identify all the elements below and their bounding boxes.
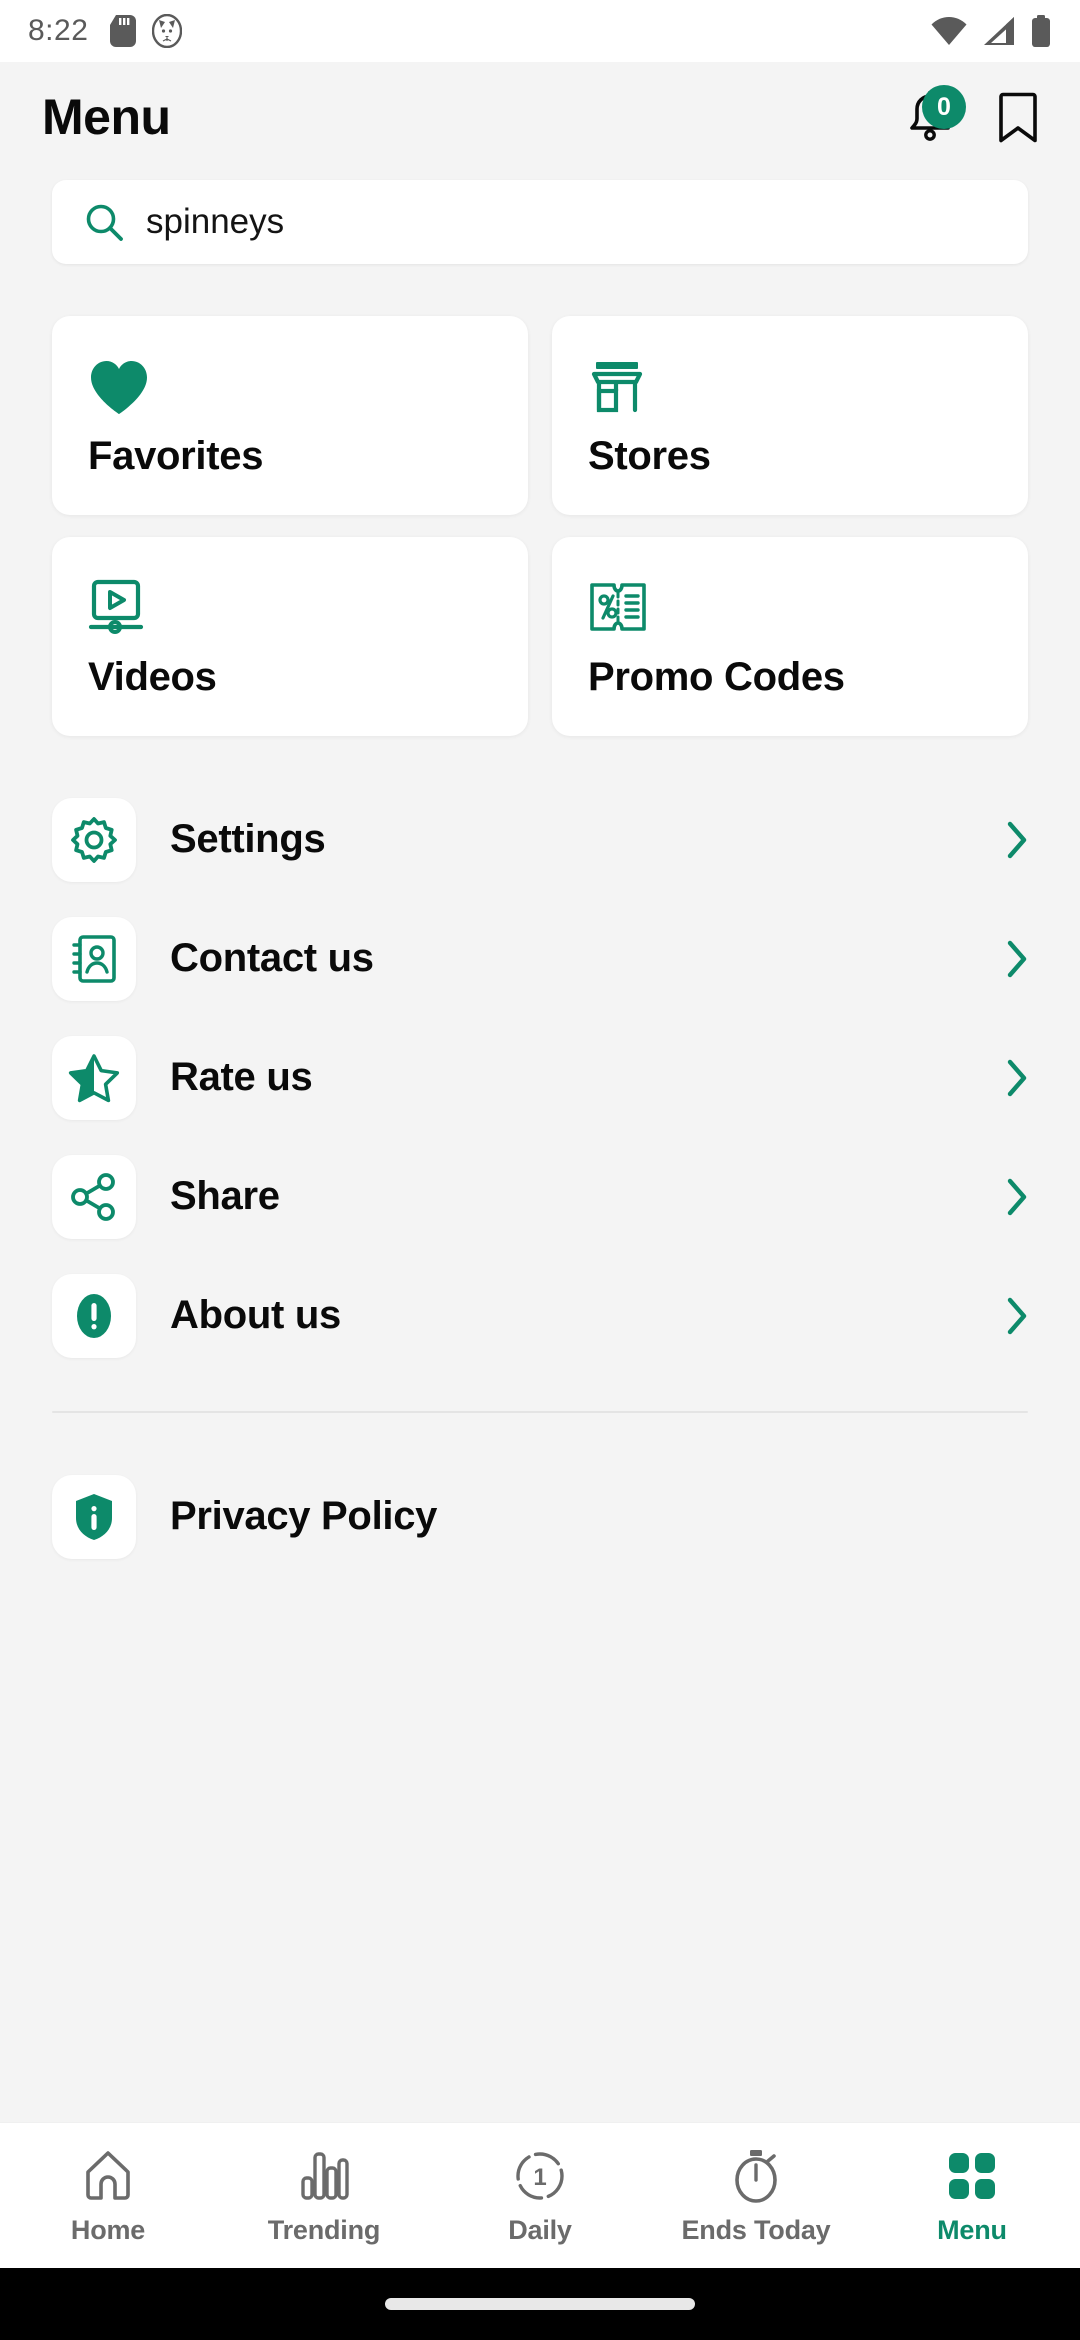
- phone-screen: 8:22 Menu 0 spinneys Favorites Stores Vi…: [0, 0, 1080, 2340]
- bookmark-button[interactable]: [998, 90, 1038, 144]
- battery-icon: [1032, 15, 1050, 47]
- app-header: Menu 0: [0, 62, 1080, 172]
- nav-label: Home: [70, 2215, 146, 2245]
- search-value: spinneys: [146, 202, 285, 241]
- nav-label: Trending: [267, 2215, 381, 2245]
- half-star-icon: [52, 1035, 136, 1120]
- card-favorites[interactable]: Favorites: [52, 316, 528, 515]
- coupon-percent-icon: [588, 579, 992, 641]
- daily-one-icon: 1: [514, 2147, 566, 2205]
- cat-face-icon: [152, 14, 183, 48]
- gear-icon: [52, 797, 136, 882]
- chevron-right-icon: [1006, 1059, 1028, 1097]
- status-left-icons: [110, 14, 183, 48]
- cellular-signal-icon: [984, 17, 1014, 45]
- notification-badge: 0: [922, 85, 966, 129]
- video-player-icon: [88, 579, 492, 641]
- status-right-icons: [930, 15, 1052, 47]
- card-label: Stores: [588, 434, 711, 478]
- nav-item-menu[interactable]: Menu: [864, 2147, 1080, 2246]
- nav-item-daily[interactable]: 1 Daily: [432, 2147, 648, 2246]
- stopwatch-icon: [731, 2147, 781, 2205]
- quick-links-grid: Favorites Stores Videos Promo Codes: [52, 316, 1028, 736]
- bookmark-icon: [999, 92, 1037, 143]
- svg-text:1: 1: [533, 2164, 546, 2191]
- card-label: Promo Codes: [588, 655, 845, 699]
- status-bar: 8:22: [0, 0, 1080, 62]
- gesture-navigation-bar: [0, 2268, 1080, 2340]
- menu-item-privacy-policy[interactable]: Privacy Policy: [0, 1457, 1080, 1576]
- nav-label: Daily: [508, 2215, 572, 2245]
- bar-chart-icon: [299, 2147, 349, 2205]
- status-time: 8:22: [28, 14, 89, 47]
- menu-item-settings[interactable]: Settings: [0, 780, 1080, 899]
- chevron-right-icon: [1006, 1178, 1028, 1216]
- chevron-right-icon: [1006, 1297, 1028, 1335]
- home-icon: [83, 2147, 133, 2205]
- shield-info-icon: [52, 1474, 136, 1559]
- menu-item-label: Privacy Policy: [170, 1494, 438, 1538]
- chevron-right-icon: [1006, 940, 1028, 978]
- menu-item-label: Rate us: [170, 1055, 313, 1099]
- contact-card-icon: [52, 916, 136, 1001]
- list-divider: [52, 1411, 1028, 1413]
- menu-item-rate-us[interactable]: Rate us: [0, 1018, 1080, 1137]
- sd-card-icon: [110, 15, 137, 47]
- heart-icon: [88, 358, 492, 420]
- menu-body: spinneys Favorites Stores Videos Promo C…: [0, 172, 1080, 2122]
- nav-label: Menu: [937, 2215, 1007, 2245]
- nav-item-home[interactable]: Home: [0, 2147, 216, 2246]
- chevron-right-icon: [1006, 821, 1028, 859]
- notifications-button[interactable]: 0: [904, 85, 966, 145]
- page-title: Menu: [42, 89, 171, 145]
- card-promo-codes[interactable]: Promo Codes: [552, 537, 1028, 736]
- nav-item-trending[interactable]: Trending: [216, 2147, 432, 2246]
- info-exclaim-icon: [52, 1273, 136, 1358]
- share-nodes-icon: [52, 1154, 136, 1239]
- search-icon: [86, 204, 123, 241]
- gesture-pill[interactable]: [385, 2298, 695, 2310]
- menu-item-contact-us[interactable]: Contact us: [0, 899, 1080, 1018]
- bottom-navigation: Home Trending 1 Daily Ends Today Menu: [0, 2122, 1080, 2268]
- storefront-icon: [588, 358, 992, 420]
- card-label: Videos: [88, 655, 217, 699]
- search-input[interactable]: spinneys: [52, 180, 1028, 264]
- menu-item-label: About us: [170, 1293, 341, 1337]
- card-videos[interactable]: Videos: [52, 537, 528, 736]
- menu-list: Settings Contact us Rate us Share About …: [0, 780, 1080, 1576]
- header-actions: 0: [904, 85, 1038, 145]
- grid-squares-icon: [947, 2147, 997, 2205]
- card-label: Favorites: [88, 434, 264, 478]
- menu-item-label: Settings: [170, 817, 326, 861]
- menu-item-about-us[interactable]: About us: [0, 1256, 1080, 1375]
- nav-item-ends-today[interactable]: Ends Today: [648, 2147, 864, 2246]
- nav-label: Ends Today: [681, 2215, 831, 2245]
- card-stores[interactable]: Stores: [552, 316, 1028, 515]
- menu-item-label: Contact us: [170, 936, 374, 980]
- menu-item-label: Share: [170, 1174, 280, 1218]
- wifi-icon: [931, 17, 967, 45]
- menu-item-share[interactable]: Share: [0, 1137, 1080, 1256]
